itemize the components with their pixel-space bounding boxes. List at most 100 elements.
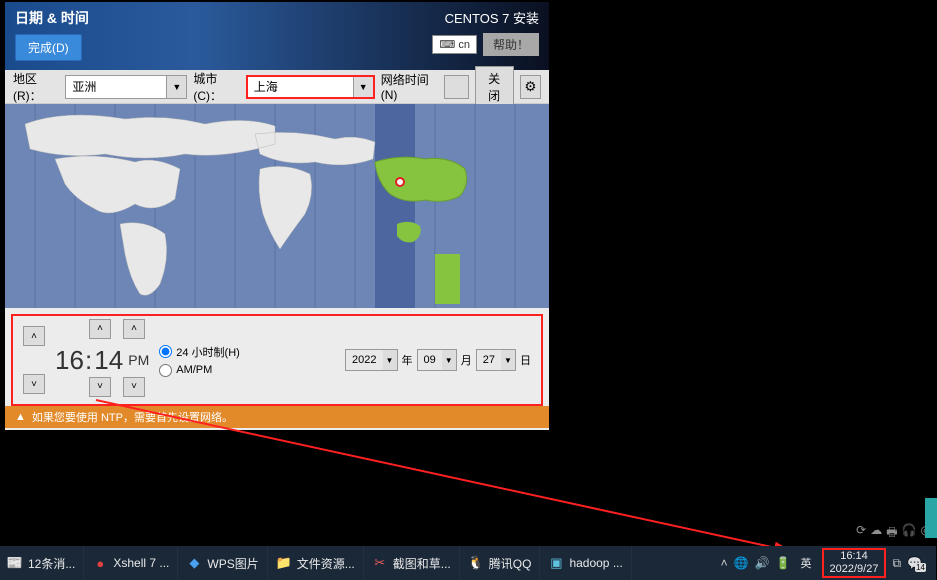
tray-network-icon[interactable]: 🌐 [734,556,749,570]
task-app-icon: ◆ [186,555,202,571]
tray-chevron-icon[interactable]: ˄ [721,556,728,570]
done-button[interactable]: 完成(D) [15,34,82,61]
desktop-tray-overflow: ⟳ ☁ 🖶 🎧 ◎ [856,523,931,544]
tray-date: 2022/9/27 [830,563,879,576]
city-input[interactable] [248,77,353,97]
minute-down-button[interactable]: ˅ [89,377,111,397]
task-items: 📰 12条消... ● Xshell 7 ... ◆ WPS图片 📁 文件资源... ✂ 截图和草… [0,546,632,580]
task-app-icon: 📰 [7,555,23,571]
hour-up-button[interactable]: ˄ [23,326,45,346]
year-value: 2022 [346,350,382,370]
system-tray: ˄ 🌐 🔊 🔋 英 16:14 2022/9/27 ⧉ 💬14 [721,546,936,580]
gear-icon: ⚙ [524,79,536,95]
month-suffix: 月 [461,352,472,368]
header-right: CENTOS 7 安装 ⌨ cn 帮助！ [432,8,539,64]
network-toggle-track[interactable] [444,75,469,99]
page-title: 日期 & 时间 [15,8,89,28]
radio-ampm-input[interactable] [159,364,172,377]
time-date-panel: ˄ ˅ ˄ ˅ ˄ ˅ 16 : 14 PM 24 小时制(H [11,314,543,406]
task-app-label: hadoop ... [569,556,622,570]
day-combo[interactable]: 27 ▼ [476,349,516,371]
city-dropdown-button[interactable]: ▼ [353,77,373,97]
minute-value: 14 [94,345,122,376]
tray-volume-icon[interactable]: 🔊 [755,556,770,570]
tray-ime-lang[interactable]: 英 [797,553,816,573]
tray-notification-icon[interactable]: 💬14 [907,556,922,570]
radio-24h-label: 24 小时制(H) [176,344,240,360]
date-group: 2022 ▼ 年 09 ▼ 月 27 ▼ 日 [345,349,531,371]
ntp-settings-button[interactable]: ⚙ [520,75,541,99]
radio-ampm[interactable]: AM/PM [159,364,240,377]
taskbar-item[interactable]: ◆ WPS图片 [178,546,267,580]
city-combo[interactable]: ▼ [246,75,375,99]
warning-text: 如果您要使用 NTP，需要首先设置网络。 [32,409,233,425]
ampm-up-button[interactable]: ˄ [123,319,145,339]
region-dropdown-button[interactable]: ▼ [166,76,186,98]
task-app-icon: ✂ [372,555,388,571]
month-combo[interactable]: 09 ▼ [417,349,457,371]
year-dropdown-icon[interactable]: ▼ [383,350,397,370]
time-format-group: 24 小时制(H) AM/PM [159,344,240,377]
radio-24h[interactable]: 24 小时制(H) [159,344,240,360]
task-app-label: WPS图片 [207,555,258,572]
year-combo[interactable]: 2022 ▼ [345,349,397,371]
keyboard-icon: ⌨ [439,39,455,51]
task-app-label: 截图和草... [393,555,451,572]
region-label: 地区(R)： [13,70,59,104]
windows-taskbar: 📰 12条消... ● Xshell 7 ... ◆ WPS图片 📁 文件资源... ✂ 截图和草… [0,546,936,580]
task-app-label: 文件资源... [297,555,355,572]
city-label: 城市(C)： [193,70,239,104]
task-app-icon: 📁 [276,555,292,571]
tray-battery-icon[interactable]: 🔋 [776,556,791,570]
timezone-map[interactable] [5,104,549,308]
taskbar-item[interactable]: 📁 文件资源... [268,546,364,580]
task-app-icon: 🐧 [468,555,484,571]
day-dropdown-icon[interactable]: ▼ [501,350,515,370]
region-combo[interactable]: ▼ [65,75,187,99]
region-input[interactable] [66,76,166,98]
minute-up-button[interactable]: ˄ [89,319,111,339]
hour-value: 16 [55,345,83,376]
world-map-svg [5,104,549,308]
tray-icon[interactable]: ☁ [870,523,882,544]
lang-row: ⌨ cn 帮助！ [432,33,539,56]
taskbar-item[interactable]: 🐧腾讯QQ [460,546,541,580]
warning-icon: ▲ [15,411,26,423]
desktop-side-tab[interactable] [925,498,937,538]
ampm-value: PM [128,352,149,368]
city-marker-icon [396,178,404,186]
keyboard-layout-box[interactable]: ⌨ cn [432,35,477,54]
warning-bar: ▲ 如果您要使用 NTP，需要首先设置网络。 [5,406,549,428]
network-time-label: 网络时间(N) [381,71,438,102]
header-left: 日期 & 时间 完成(D) [15,8,89,64]
tray-vm-icon[interactable]: ⧉ [892,556,901,571]
taskbar-item[interactable]: 📰 12条消... [0,546,84,580]
task-app-label: Xshell 7 ... [113,556,169,570]
radio-24h-input[interactable] [159,345,172,358]
tray-badge: 14 [915,563,926,572]
network-toggle-button[interactable]: 关闭 [475,66,514,108]
month-dropdown-icon[interactable]: ▼ [442,350,456,370]
month-value: 09 [418,350,442,370]
task-app-icon: ● [92,555,108,571]
ampm-down-button[interactable]: ˅ [123,377,145,397]
installer-window: 日期 & 时间 完成(D) CENTOS 7 安装 ⌨ cn 帮助！ 地区(R)… [5,2,549,430]
taskbar-item[interactable]: ✂ 截图和草... [364,546,460,580]
taskbar-item[interactable]: ● Xshell 7 ... [84,546,178,580]
location-toolbar: 地区(R)： ▼ 城市(C)： ▼ 网络时间(N) 关闭 ⚙ [5,70,549,104]
header: 日期 & 时间 完成(D) CENTOS 7 安装 ⌨ cn 帮助！ [5,2,549,70]
hour-down-button[interactable]: ˅ [23,374,45,394]
day-value: 27 [477,350,501,370]
help-button[interactable]: 帮助！ [483,33,539,56]
tray-icon[interactable]: 🖶 [886,523,897,544]
year-suffix: 年 [402,352,413,368]
installer-title: CENTOS 7 安装 [445,8,539,27]
taskbar-item[interactable]: ▣ hadoop ... [540,546,631,580]
day-suffix: 日 [520,352,531,368]
tray-clock[interactable]: 16:14 2022/9/27 [822,548,887,578]
tray-icon[interactable]: 🎧 [902,523,917,544]
task-app-label: 12条消... [28,555,75,572]
hour-spinner: ˄ ˅ [23,326,45,394]
tray-icon[interactable]: ⟳ [856,523,866,544]
task-app-icon: ▣ [548,555,564,571]
